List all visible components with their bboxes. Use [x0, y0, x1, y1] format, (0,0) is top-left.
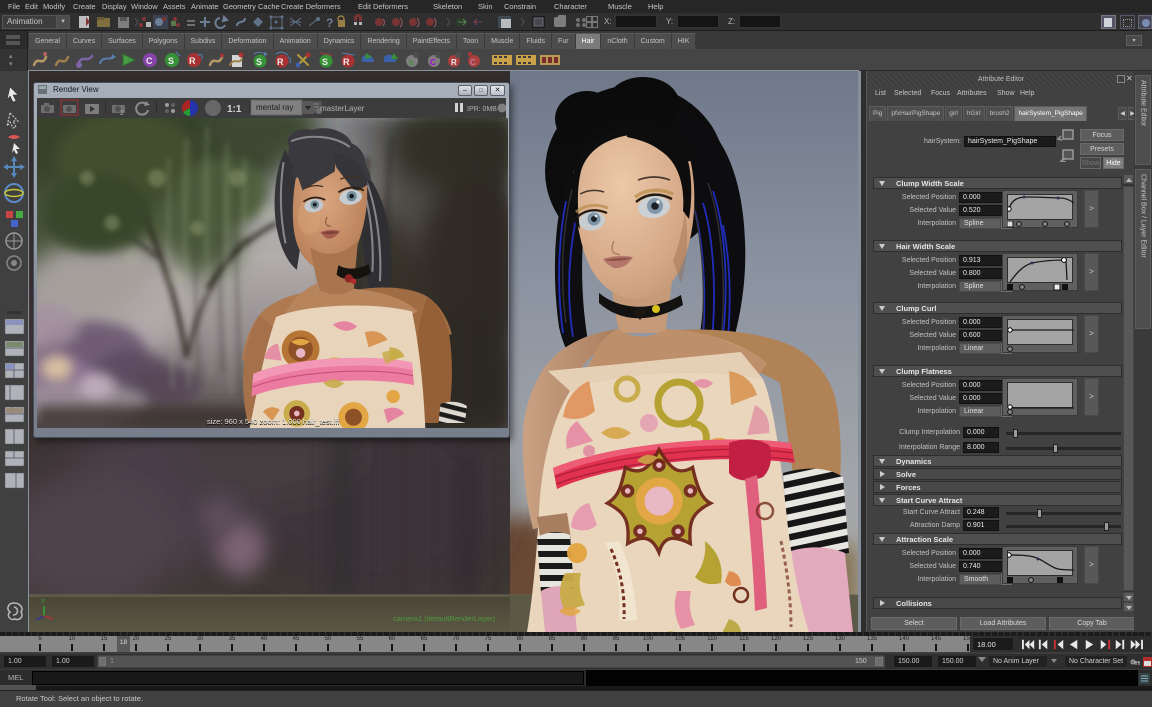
svg-text:masterLayer: masterLayer: [320, 104, 365, 113]
svg-text:?: ?: [326, 16, 333, 30]
svg-text:s: s: [409, 58, 414, 67]
svg-text:1:1: 1:1: [227, 104, 242, 115]
svg-text:S: S: [256, 57, 262, 67]
svg-text:R: R: [277, 57, 284, 67]
svg-text:size: 960 x 540 zoom: 1.000 h: size: 960 x 540 zoom: 1.000 hair_test.if…: [207, 417, 340, 426]
svg-text:R: R: [343, 57, 350, 67]
svg-text:R: R: [189, 56, 196, 66]
svg-text:C: C: [470, 58, 476, 67]
svg-text:IPR: 0MB: IPR: 0MB: [467, 106, 497, 113]
svg-text:S: S: [322, 57, 328, 67]
svg-text:Y: Y: [41, 599, 45, 605]
svg-text:camera1 (defaultRenderLayer): camera1 (defaultRenderLayer): [393, 614, 496, 623]
svg-text:S: S: [168, 56, 174, 66]
svg-text:C: C: [146, 56, 153, 66]
svg-text:R: R: [451, 58, 457, 67]
svg-text:C: C: [430, 58, 436, 67]
svg-text:2: 2: [120, 110, 124, 117]
svg-text:mental ray: mental ray: [256, 103, 293, 112]
